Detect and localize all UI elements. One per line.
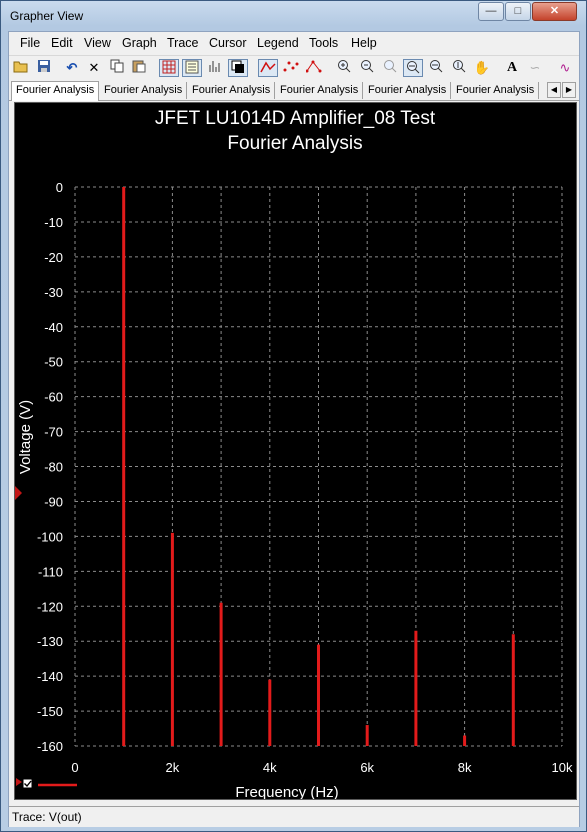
- tab-fourier-2[interactable]: Fourier Analysis: [100, 82, 188, 99]
- save-icon[interactable]: [34, 59, 54, 77]
- close-button[interactable]: ✕: [532, 2, 577, 21]
- tab-fourier-1[interactable]: Fourier Analysis: [11, 81, 100, 101]
- chart-subtitle: Fourier Analysis: [227, 133, 362, 154]
- maximize-button[interactable]: □: [505, 2, 531, 21]
- x-axis-ticks: 0 2k 4k 6k 8k 10k: [71, 760, 573, 775]
- grid-icon[interactable]: [159, 59, 179, 77]
- copy-icon[interactable]: [107, 59, 127, 77]
- legend-marker-icon: [16, 778, 22, 786]
- title-bar[interactable]: Grapher View — □ ✕: [1, 1, 586, 31]
- zoom-y-icon[interactable]: [449, 59, 469, 77]
- x-tick-label: 6k: [360, 760, 374, 775]
- zoom-area-icon[interactable]: [380, 59, 400, 77]
- tab-fourier-3[interactable]: Fourier Analysis: [188, 82, 276, 99]
- legend-checkbox[interactable]: [22, 778, 33, 789]
- y-axis-ticks: 0 -10 -20 -30 -40 -50 -60 -70 -80 -90 -100 -110 -120…: [37, 180, 63, 754]
- menu-bar: File Edit View Graph Trace Cursor Legend…: [9, 32, 579, 54]
- select-marks-icon[interactable]: [205, 59, 225, 77]
- tab-scroll-right-icon[interactable]: ▶: [562, 82, 576, 98]
- fourier-chart: JFET LU1014D Amplifier_08 Test Fourier A…: [14, 108, 573, 801]
- lines-and-points-icon[interactable]: [304, 59, 324, 77]
- y-tick-label: -40: [44, 320, 63, 335]
- menu-trace[interactable]: Trace: [167, 36, 199, 50]
- tab-bar: Fourier Analysis Fourier Analysis Fourie…: [9, 81, 579, 101]
- text-label-icon[interactable]: A: [502, 59, 522, 77]
- menu-view[interactable]: View: [84, 36, 111, 50]
- minimize-button[interactable]: —: [478, 2, 504, 21]
- y-tick-label: -60: [44, 390, 63, 405]
- cursors-icon[interactable]: ∽: [525, 59, 545, 77]
- menu-tools[interactable]: Tools: [309, 36, 338, 50]
- y-tick-label: -10: [44, 215, 63, 230]
- status-bar: Trace: V(out): [9, 806, 579, 827]
- chart-title: JFET LU1014D Amplifier_08 Test: [155, 108, 436, 129]
- paste-icon[interactable]: [129, 59, 149, 77]
- x-tick-label: 4k: [263, 760, 277, 775]
- zoom-x-icon[interactable]: [426, 59, 446, 77]
- y-tick-label: -130: [37, 634, 63, 649]
- tab-fourier-5[interactable]: Fourier Analysis: [364, 82, 452, 99]
- y-tick-label: 0: [56, 180, 63, 195]
- tab-fourier-6[interactable]: Fourier Analysis: [452, 82, 540, 99]
- y-tick-label: -80: [44, 460, 63, 475]
- legend: V(out): [14, 770, 94, 797]
- zoom-in-icon[interactable]: [334, 59, 354, 77]
- menu-file[interactable]: File: [20, 36, 40, 50]
- x-tick-label: 10k: [552, 760, 573, 775]
- y-tick-label: -20: [44, 250, 63, 265]
- y-tick-label: -160: [37, 739, 63, 754]
- menu-cursor[interactable]: Cursor: [209, 36, 247, 50]
- y-tick-label: -30: [44, 285, 63, 300]
- reverse-colors-icon[interactable]: [228, 59, 248, 77]
- menu-edit[interactable]: Edit: [51, 36, 73, 50]
- x-tick-label: 2k: [166, 760, 180, 775]
- y-axis-label: Voltage (V): [17, 400, 34, 474]
- delete-icon[interactable]: ✕: [84, 59, 104, 77]
- pan-hand-icon[interactable]: ✋: [472, 59, 492, 77]
- y-tick-label: -50: [44, 355, 63, 370]
- open-folder-icon[interactable]: [11, 59, 31, 77]
- client-area: File Edit View Graph Trace Cursor Legend…: [8, 31, 580, 827]
- y-tick-label: -120: [37, 599, 63, 614]
- trace-marker-icon: [14, 485, 22, 501]
- undo-icon[interactable]: ↶: [62, 59, 82, 77]
- tab-scroll-left-icon[interactable]: ◀: [547, 82, 561, 98]
- y-tick-label: -110: [38, 564, 63, 579]
- grapher-window: Grapher View — □ ✕ File Edit View Graph …: [0, 0, 587, 832]
- menu-graph[interactable]: Graph: [122, 36, 157, 50]
- show-lines-icon[interactable]: [258, 59, 278, 77]
- y-tick-label: -150: [37, 704, 63, 719]
- y-tick-label: -140: [37, 669, 63, 684]
- zoom-full-icon[interactable]: [403, 59, 423, 77]
- menu-help[interactable]: Help: [351, 36, 377, 50]
- legend-entry[interactable]: V(out): [14, 770, 94, 794]
- zoom-out-icon[interactable]: [357, 59, 377, 77]
- tab-fourier-4[interactable]: Fourier Analysis: [276, 82, 364, 99]
- overlay-traces-icon[interactable]: ∿: [555, 59, 575, 77]
- x-axis-label: Frequency (Hz): [235, 784, 338, 799]
- y-tick-label: -70: [44, 425, 63, 440]
- status-text: Trace: V(out): [12, 810, 82, 824]
- window-title: Grapher View: [10, 9, 84, 23]
- legend-icon[interactable]: [182, 59, 202, 77]
- show-points-icon[interactable]: [281, 59, 301, 77]
- legend-label: V(out): [38, 771, 65, 782]
- toolbar: ↶ ✕ ✋ A ∽ ∿: [9, 55, 579, 80]
- menu-legend[interactable]: Legend: [257, 36, 299, 50]
- y-tick-label: -100: [37, 529, 63, 544]
- graph-panel[interactable]: JFET LU1014D Amplifier_08 Test Fourier A…: [14, 102, 577, 801]
- y-tick-label: -90: [44, 494, 63, 509]
- x-tick-label: 8k: [458, 760, 472, 775]
